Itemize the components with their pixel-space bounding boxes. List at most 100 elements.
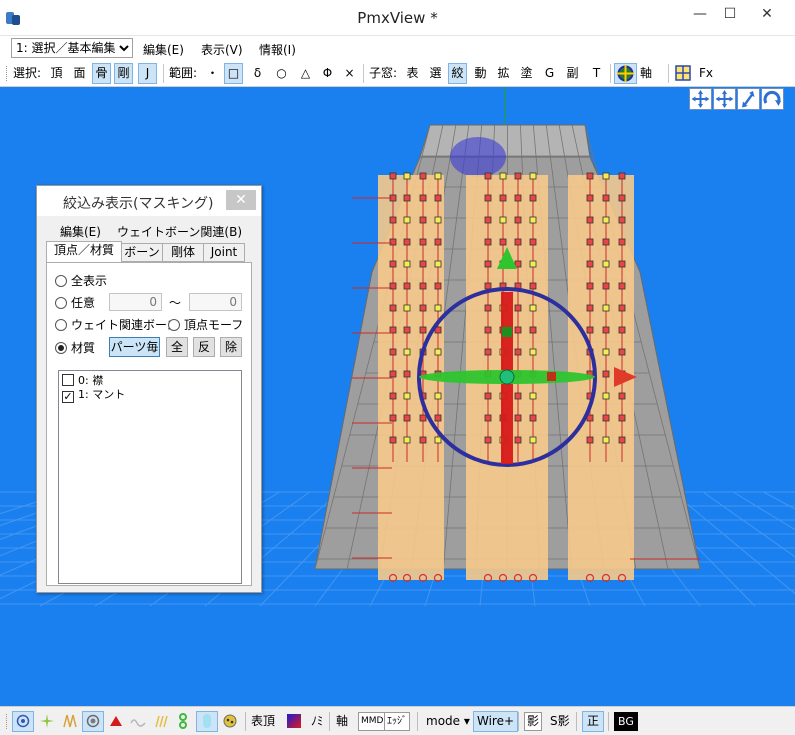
dialog-menu-edit[interactable]: 編集(E)	[60, 223, 101, 240]
material-item-mantle[interactable]: ✓ 1: マント	[62, 388, 125, 403]
tab-joint[interactable]: Joint	[203, 243, 245, 262]
radio-vertex-morph[interactable]: 頂点モーフ	[168, 317, 243, 333]
bone-joint	[514, 348, 522, 356]
select-joint-button[interactable]: J	[138, 63, 157, 84]
bone-joint	[434, 194, 442, 202]
range-delta-button[interactable]: δ	[248, 63, 267, 84]
child-text-button[interactable]: T	[587, 63, 606, 84]
per-part-button[interactable]: パーツ毎	[109, 337, 160, 357]
bone-joint	[529, 282, 537, 290]
joint-toggle[interactable]	[174, 711, 192, 732]
select-bone-button[interactable]: 骨	[92, 63, 111, 84]
radio-material[interactable]: 材質	[55, 340, 95, 356]
range-phi-button[interactable]: Φ	[318, 63, 337, 84]
select-rigidbody-button[interactable]: 剛	[114, 63, 133, 84]
child-mask-button[interactable]: 絞	[448, 63, 467, 84]
range-rect-button[interactable]: □	[224, 63, 243, 84]
select-all-button[interactable]: 全	[166, 337, 188, 357]
range-triangle-button[interactable]: △	[296, 63, 315, 84]
bone-joint	[389, 326, 397, 334]
child-paint-button[interactable]: 塗	[517, 63, 536, 84]
spark-toggle[interactable]	[37, 711, 57, 732]
crosshair-toggle[interactable]	[614, 63, 637, 84]
bone-joint	[499, 194, 507, 202]
capsule-toggle[interactable]	[196, 711, 218, 732]
child-table-button[interactable]: 表	[403, 63, 422, 84]
menu-edit[interactable]: 編集(E)	[143, 41, 184, 58]
close-button[interactable]: ✕	[753, 4, 781, 24]
tab-bone[interactable]: ボーン	[121, 243, 163, 262]
background-button[interactable]: BG	[614, 712, 638, 731]
range-circle-button[interactable]: ○	[272, 63, 291, 84]
bone-joint	[602, 282, 610, 290]
material-item-collar[interactable]: 0: 襟	[62, 374, 103, 388]
bone-joint	[514, 172, 522, 180]
maximize-button[interactable]: ☐	[716, 4, 744, 24]
view-move-button[interactable]	[713, 88, 736, 110]
bone-joint	[529, 260, 537, 268]
axis-toggle[interactable]: 軸	[640, 63, 652, 84]
minimize-button[interactable]: —	[686, 4, 714, 24]
view-pan-button[interactable]	[689, 88, 712, 110]
bone-joint	[389, 348, 397, 356]
vertex-table-button[interactable]: 表頂	[251, 711, 275, 732]
morph-toggle[interactable]	[220, 711, 240, 732]
tab-vertex-material[interactable]: 頂点／材質	[46, 241, 122, 263]
fur-toggle[interactable]	[60, 711, 80, 732]
dialog-title-bar[interactable]: 絞込み表示(マスキング) ✕	[37, 186, 261, 216]
child-sub-button[interactable]: 副	[563, 63, 582, 84]
dialog-menu-weight-bone[interactable]: ウェイトボーン関連(B)	[117, 223, 242, 240]
mode-dropdown[interactable]: mode ▾	[426, 711, 470, 732]
rigidbody-toggle[interactable]	[107, 711, 125, 732]
toolbar-separator	[518, 712, 519, 731]
select-vertex-button[interactable]: 頂	[47, 63, 66, 84]
radio-show-all[interactable]: 全表示	[55, 273, 107, 289]
checkbox-checked[interactable]: ✓	[62, 391, 74, 403]
child-window-label: 子窓:	[369, 66, 398, 80]
edit-mode-select[interactable]: 1: 選択／基本編集	[11, 38, 133, 58]
bone-joint	[434, 436, 442, 444]
child-select-button[interactable]: 選	[426, 63, 445, 84]
material-list[interactable]: 0: 襟 ✓ 1: マント	[58, 370, 242, 584]
range-point-button[interactable]: ・	[203, 63, 222, 84]
child-move-button[interactable]: 動	[471, 63, 490, 84]
fx-button[interactable]: Fx	[699, 63, 713, 84]
tab-rigidbody[interactable]: 剛体	[162, 243, 204, 262]
exclude-button[interactable]: 除	[220, 337, 242, 357]
wire-plus-toggle[interactable]: Wire+	[473, 711, 519, 732]
color-toggle[interactable]	[286, 711, 302, 732]
self-shadow-button[interactable]: S影	[550, 711, 570, 732]
grid-toggle[interactable]	[674, 63, 692, 84]
edge-button[interactable]: ｴｯｼﾞ	[384, 712, 410, 731]
bone-joint	[403, 194, 411, 202]
mmd-button[interactable]: MMD	[358, 712, 387, 731]
radio-weight-bone[interactable]: ウェイト関連ボーン	[55, 317, 178, 333]
range-from-field[interactable]: 0	[109, 293, 162, 311]
menu-view[interactable]: 表示(V)	[201, 41, 243, 58]
invert-button[interactable]: 反	[193, 337, 215, 357]
dialog-close-button[interactable]: ✕	[226, 190, 256, 210]
select-face-button[interactable]: 面	[70, 63, 89, 84]
view-zoom-button[interactable]	[737, 88, 760, 110]
bone-display-toggle[interactable]	[82, 711, 104, 732]
menu-info[interactable]: 情報(I)	[259, 41, 296, 58]
vertex-display-toggle[interactable]	[12, 711, 34, 732]
checkbox-unchecked[interactable]	[62, 374, 74, 386]
orthographic-toggle[interactable]: 正	[582, 711, 604, 732]
range-clear-button[interactable]: ×	[340, 63, 359, 84]
child-group-button[interactable]: G	[540, 63, 559, 84]
bone-joint	[434, 216, 442, 224]
toolbar-grip[interactable]	[6, 714, 9, 729]
shadow-button[interactable]: 影	[524, 712, 543, 731]
view-rotate-button[interactable]	[761, 88, 784, 110]
toolbar-grip[interactable]	[6, 66, 9, 81]
radio-arbitrary[interactable]: 任意	[55, 295, 95, 311]
bone-joint	[403, 282, 411, 290]
bone-joint	[389, 238, 397, 246]
wire-toggle[interactable]	[128, 711, 148, 732]
range-to-field[interactable]: 0	[189, 293, 242, 311]
axis-button[interactable]: 軸	[336, 711, 348, 732]
hair-toggle[interactable]	[151, 711, 171, 732]
no-only-button[interactable]: ﾉﾐ	[311, 711, 323, 732]
child-scale-button[interactable]: 拡	[494, 63, 513, 84]
